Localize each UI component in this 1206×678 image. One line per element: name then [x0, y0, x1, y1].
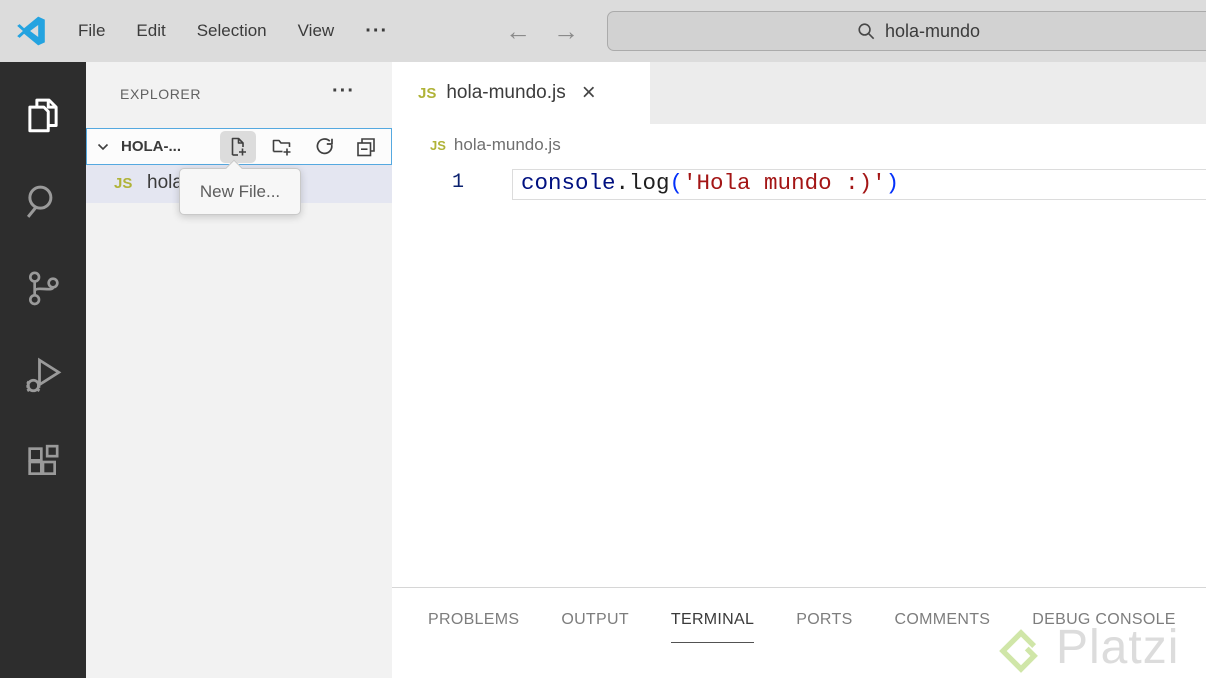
collapse-all-button[interactable]: [348, 131, 384, 163]
activity-bar: [0, 62, 86, 678]
menu-item-file[interactable]: File: [78, 21, 105, 41]
new-folder-icon: [272, 139, 291, 156]
vscode-logo-icon: [17, 16, 45, 46]
panel-tab-comments[interactable]: COMMENTS: [895, 611, 991, 643]
vscode-window: File Edit Selection View ··· ← → hola-mundo: [0, 0, 1206, 678]
panel-tab-problems[interactable]: PROBLEMS: [428, 611, 519, 643]
tab-label: hola-mundo.js: [446, 82, 566, 103]
menu-item-view[interactable]: View: [298, 21, 335, 41]
js-file-icon: JS: [114, 175, 133, 192]
folder-section-header[interactable]: HOLA-...: [86, 128, 392, 165]
back-arrow-icon[interactable]: ←: [505, 0, 531, 62]
source-control-icon[interactable]: [0, 256, 86, 320]
sidebar-header: EXPLORER ···: [86, 62, 392, 126]
menu-more-icon[interactable]: ···: [365, 20, 388, 43]
code-line: console.log('Hola mundo :)'): [521, 170, 899, 196]
code-token: ): [885, 170, 900, 196]
explorer-sidebar: EXPLORER ··· HOLA-... JS New File...: [86, 62, 392, 678]
search-icon: [858, 22, 875, 39]
refresh-button[interactable]: [307, 131, 343, 163]
breadcrumb[interactable]: JS hola-mundo.js: [392, 124, 1206, 166]
new-file-icon: [231, 137, 246, 156]
tooltip-text: New File...: [199, 181, 281, 201]
code-token: (: [669, 170, 684, 196]
title-bar: File Edit Selection View ··· ← → hola-mundo: [0, 0, 1206, 62]
breadcrumb-label: hola-mundo.js: [453, 135, 561, 154]
folder-section-label: HOLA-...: [121, 138, 181, 155]
panel-tab-ports[interactable]: PORTS: [796, 611, 852, 643]
menu-item-selection[interactable]: Selection: [197, 21, 267, 41]
menu-bar: File Edit Selection View ···: [78, 0, 388, 62]
bottom-panel: PROBLEMS OUTPUT TERMINAL PORTS COMMENTS DEBUG…: [392, 587, 1206, 678]
extensions-icon[interactable]: [0, 430, 86, 494]
files-icon[interactable]: [0, 83, 86, 147]
code-editor[interactable]: 1 console.log('Hola mundo :)'): [392, 166, 1206, 586]
sidebar-title: EXPLORER: [120, 86, 202, 102]
search-value: hola-mundo: [885, 20, 981, 41]
refresh-icon: [316, 138, 333, 155]
panel-tab-output[interactable]: OUTPUT: [561, 611, 629, 643]
line-number: 1: [451, 171, 464, 194]
collapse-all-icon: [357, 138, 375, 157]
new-file-button[interactable]: [220, 131, 256, 163]
new-folder-button[interactable]: [264, 131, 300, 163]
new-file-tooltip: New File...: [179, 159, 301, 215]
code-token: console: [521, 170, 616, 196]
panel-tab-bar: PROBLEMS OUTPUT TERMINAL PORTS COMMENTS DEBUG…: [392, 588, 1206, 643]
panel-tab-debug-console[interactable]: DEBUG CONSOLE: [1032, 611, 1176, 643]
sidebar-more-actions-icon[interactable]: ···: [332, 80, 355, 103]
js-file-icon: JS: [430, 137, 446, 153]
command-center-search[interactable]: hola-mundo: [607, 11, 1206, 51]
forward-arrow-icon[interactable]: →: [553, 0, 579, 62]
menu-item-edit[interactable]: Edit: [136, 21, 165, 41]
run-debug-icon[interactable]: [0, 343, 86, 407]
code-token: 'Hola mundo :)': [683, 170, 886, 196]
editor-tab-bar: JS hola-mundo.js ×: [392, 62, 1206, 124]
tab-hola-mundo[interactable]: JS hola-mundo.js ×: [392, 62, 650, 124]
code-token: .log: [615, 170, 670, 196]
js-file-icon: JS: [418, 84, 437, 102]
search-sidebar-icon[interactable]: [0, 170, 86, 234]
chevron-down-icon: [97, 143, 109, 151]
close-tab-icon[interactable]: ×: [582, 81, 596, 105]
panel-tab-terminal[interactable]: TERMINAL: [670, 611, 755, 643]
